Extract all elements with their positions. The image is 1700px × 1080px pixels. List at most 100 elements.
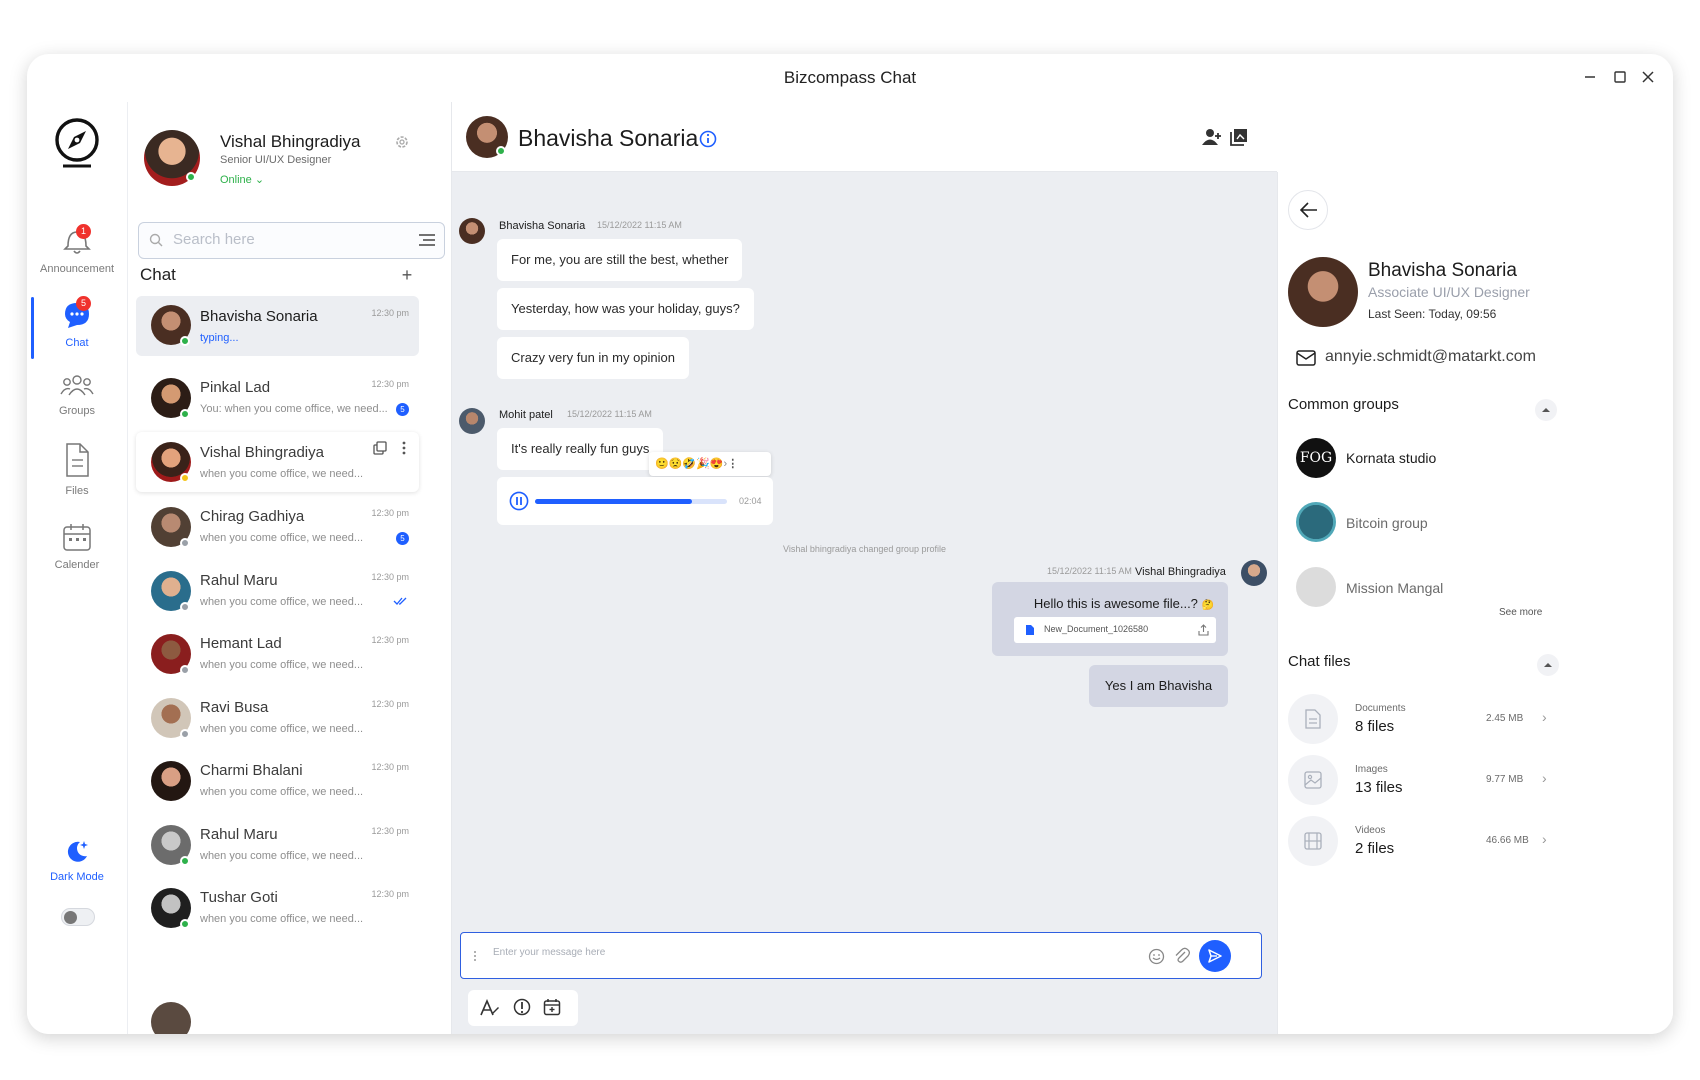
- priority-icon[interactable]: [513, 998, 531, 1016]
- chat-list-item[interactable]: Rahul Maru when you come office, we need…: [136, 814, 419, 874]
- audio-progress-track[interactable]: [535, 499, 727, 504]
- new-chat-button[interactable]: +: [398, 266, 416, 285]
- dark-mode-control: Dark Mode: [27, 838, 127, 883]
- outgoing-message-bubble[interactable]: Hello this is awesome file...? 🤔 New_Doc…: [992, 582, 1228, 656]
- rail-calendar[interactable]: Calender: [27, 522, 127, 571]
- search-input[interactable]: [173, 231, 403, 248]
- group-avatar: [1296, 502, 1336, 542]
- file-category-images[interactable]: Images 13 files 9.77 MB ›: [1288, 755, 1568, 807]
- file-size: 9.77 MB: [1486, 774, 1524, 785]
- chat-list-item[interactable]: Pinkal Lad You: when you come office, we…: [136, 367, 419, 427]
- chat-list-item[interactable]: Bhavisha Sonaria typing... 12:30 pm: [136, 296, 419, 356]
- smile-emoji-icon[interactable]: 🙂: [655, 458, 669, 470]
- maximize-icon: [1614, 71, 1626, 83]
- chat-list-item[interactable]: Vishal Bhingradiya when you come office,…: [136, 432, 419, 492]
- chat-heading: Chat: [140, 265, 176, 284]
- message-sender: Vishal Bhingradiya: [1135, 566, 1226, 578]
- file-category-documents[interactable]: Documents 8 files 2.45 MB ›: [1288, 694, 1568, 746]
- file-category-videos[interactable]: Videos 2 files 46.66 MB ›: [1288, 816, 1568, 868]
- my-status-dropdown[interactable]: Online ⌄: [220, 173, 264, 186]
- close-icon: [1642, 71, 1654, 83]
- chat-files-title: Chat files: [1288, 653, 1351, 670]
- message-sender: Bhavisha Sonaria: [499, 220, 586, 232]
- drag-handle-icon[interactable]: [473, 950, 477, 962]
- group-item[interactable]: Bitcoin group: [1346, 515, 1428, 531]
- chat-time: 12:30 pm: [371, 889, 409, 899]
- gallery-icon[interactable]: [1230, 128, 1248, 146]
- filter-icon[interactable]: [418, 233, 436, 247]
- file-icon: [66, 443, 89, 477]
- outgoing-message-bubble[interactable]: Yes I am Bhavisha: [1089, 665, 1228, 707]
- party-emoji-icon[interactable]: 🎉: [696, 458, 710, 470]
- mail-icon: [1296, 350, 1316, 366]
- chat-list-item[interactable]: Chirag Gadhiya when you come office, we …: [136, 496, 419, 556]
- nav-rail: 1 Announcement 5 Chat Groups Files Calen…: [27, 102, 127, 1034]
- rail-files[interactable]: Files: [27, 442, 127, 497]
- sad-emoji-icon[interactable]: 😟: [669, 458, 683, 470]
- back-button[interactable]: [1288, 190, 1328, 230]
- message-preview: when you come office, we need...: [200, 786, 364, 798]
- chat-list-item[interactable]: Hemant Lad when you come office, we need…: [136, 623, 419, 683]
- group-item[interactable]: Mission Mangal: [1346, 580, 1443, 596]
- message-preview: when you come office, we need...: [200, 723, 364, 735]
- chat-time: 12:30 pm: [371, 508, 409, 518]
- search-icon: [149, 233, 163, 247]
- chat-list-item[interactable]: Charmi Bhalani when you come office, we …: [136, 750, 419, 810]
- message-bubble[interactable]: Crazy very fun in my opinion: [497, 337, 690, 379]
- last-seen-value: Today, 09:56: [1428, 307, 1497, 321]
- settings-button[interactable]: [394, 134, 410, 155]
- send-button[interactable]: [1199, 940, 1231, 972]
- chat-list-item[interactable]: Tushar Goti when you come office, we nee…: [136, 877, 419, 937]
- chat-time: 12:30 pm: [371, 826, 409, 836]
- message-preview: You: when you come office, we need...: [200, 403, 388, 415]
- see-more-link[interactable]: See more: [1499, 607, 1542, 618]
- my-role: Senior UI/UX Designer: [220, 154, 332, 166]
- schedule-icon[interactable]: [543, 998, 561, 1016]
- chat-list-item[interactable]: Rahul Maru when you come office, we need…: [136, 560, 419, 620]
- pause-icon[interactable]: [509, 491, 529, 511]
- maximize-button[interactable]: [1607, 64, 1633, 90]
- more-vertical-icon[interactable]: ⋮: [727, 458, 738, 470]
- message-bubble[interactable]: Yesterday, how was your holiday, guys?: [497, 288, 754, 330]
- arrow-left-icon: [1300, 202, 1317, 218]
- my-online-dot: [186, 172, 196, 182]
- paperclip-icon[interactable]: [1173, 947, 1190, 965]
- audio-duration: 02:04: [739, 496, 762, 506]
- last-seen-label: Last Seen:: [1368, 307, 1426, 321]
- dark-mode-toggle[interactable]: [61, 908, 95, 926]
- image-icon: [1304, 771, 1322, 789]
- message-bubble[interactable]: It's really really fun guys: [497, 428, 664, 470]
- add-user-icon[interactable]: [1202, 128, 1222, 146]
- conversation-pane: Bhavisha Sonaria Bhavisha Sonaria 15/12/…: [452, 102, 1277, 1034]
- rail-groups[interactable]: Groups: [27, 372, 127, 417]
- download-icon[interactable]: [1198, 624, 1209, 636]
- laugh-emoji-icon[interactable]: 🤣: [682, 458, 696, 470]
- message-input[interactable]: [493, 947, 1093, 958]
- rail-announcement[interactable]: 1 Announcement: [27, 224, 127, 275]
- message-bubble[interactable]: For me, you are still the best, whether: [497, 239, 743, 281]
- collapse-groups-button[interactable]: [1535, 399, 1557, 421]
- groups-icon: [60, 375, 94, 396]
- more-vertical-icon[interactable]: [401, 440, 407, 456]
- close-button[interactable]: [1635, 64, 1661, 90]
- heart-eyes-emoji-icon[interactable]: 😍: [710, 458, 724, 470]
- send-icon: [1208, 949, 1222, 963]
- text-format-icon[interactable]: [480, 999, 500, 1017]
- copy-icon[interactable]: [373, 441, 387, 455]
- contact-email[interactable]: annyie.schmidt@matarkt.com: [1325, 348, 1536, 366]
- emoji-icon[interactable]: [1148, 948, 1165, 965]
- document-icon: [1026, 625, 1034, 635]
- rail-chat[interactable]: 5 Chat: [27, 296, 127, 349]
- rail-files-label: Files: [65, 485, 89, 497]
- file-attachment[interactable]: New_Document_1026580: [1014, 617, 1216, 643]
- collapse-files-button[interactable]: [1537, 654, 1559, 676]
- online-dot: [180, 336, 190, 346]
- chat-list-item[interactable]: Ravi Busa when you come office, we need.…: [136, 687, 419, 747]
- info-icon[interactable]: [699, 130, 717, 148]
- minimize-button[interactable]: [1577, 64, 1603, 90]
- chevron-right-icon: ›: [1542, 831, 1547, 847]
- chevron-down-icon: ⌄: [254, 174, 265, 186]
- reaction-picker[interactable]: 🙂😟🤣🎉😍›⋮: [649, 452, 771, 476]
- group-item[interactable]: Kornata studio: [1346, 450, 1436, 466]
- contact-name: Charmi Bhalani: [200, 762, 303, 779]
